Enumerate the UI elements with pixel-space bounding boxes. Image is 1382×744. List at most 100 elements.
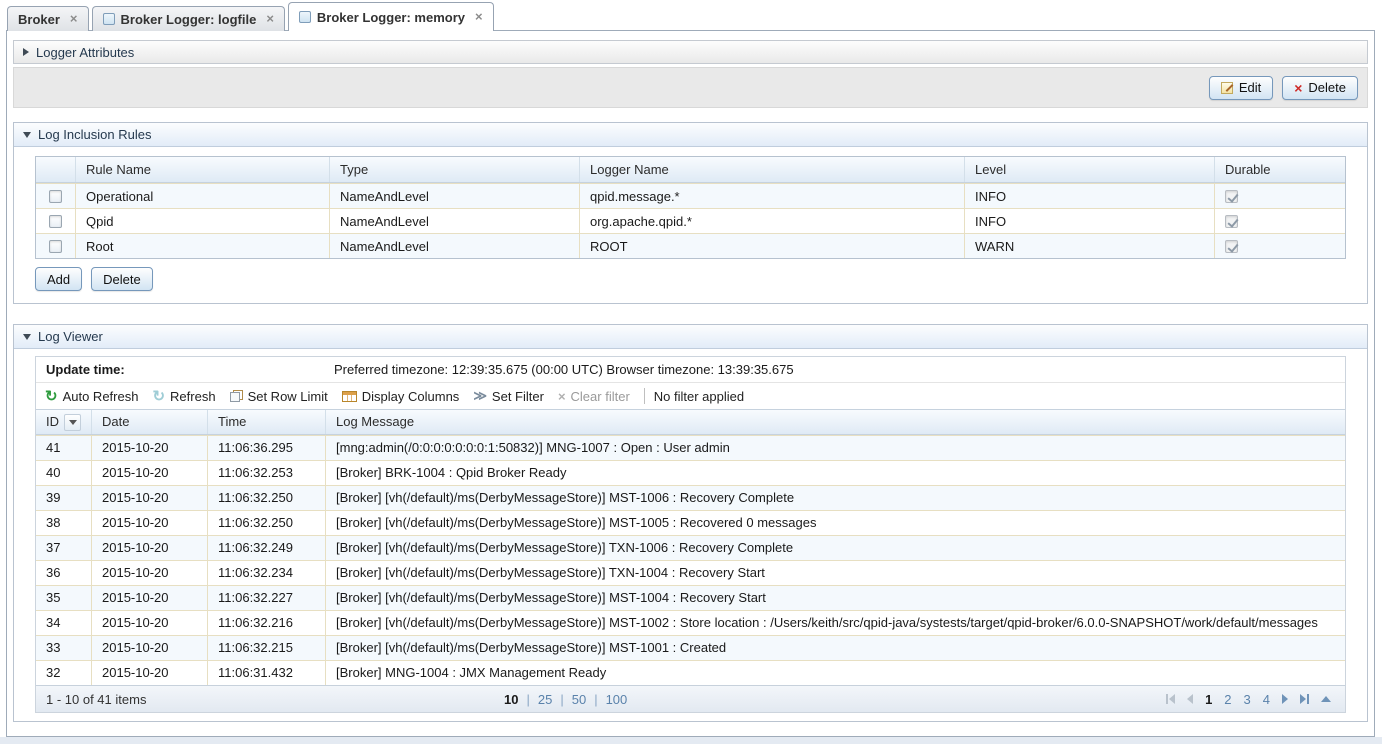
log-date: 2015-10-20 (92, 536, 208, 560)
display-columns-button[interactable]: Display Columns (342, 389, 460, 404)
log-time: 11:06:32.234 (208, 561, 326, 585)
refresh-button[interactable]: ↻ Refresh (152, 389, 215, 404)
auto-refresh-label: Auto Refresh (63, 389, 139, 404)
rule-row-qpid[interactable]: Qpid NameAndLevel org.apache.qpid.* INFO (36, 208, 1345, 233)
last-page-button[interactable] (1300, 694, 1309, 704)
header-rule-name[interactable]: Rule Name (76, 157, 330, 182)
page-size-25[interactable]: 25 (538, 692, 552, 707)
header-time[interactable]: Time (208, 410, 326, 434)
page-4[interactable]: 4 (1263, 692, 1270, 707)
log-id: 35 (36, 586, 92, 610)
log-row[interactable]: 33 2015-10-20 11:06:32.215 [Broker] [vh(… (36, 635, 1345, 660)
log-viewer-toolbar: ↻ Auto Refresh ↻ Refresh Set Row Limit D… (36, 383, 1345, 409)
log-row[interactable]: 32 2015-10-20 11:06:31.432 [Broker] MNG-… (36, 660, 1345, 685)
header-id-label: ID (46, 414, 59, 430)
previous-page-button[interactable] (1187, 694, 1193, 704)
log-grid: ID Date Time Log Message 41 2015-10-20 1… (36, 409, 1345, 685)
log-time: 11:06:32.250 (208, 511, 326, 535)
header-level[interactable]: Level (965, 157, 1215, 182)
delete-icon: × (1294, 82, 1302, 94)
log-id: 34 (36, 611, 92, 635)
log-viewer-titlebar[interactable]: Log Viewer (14, 325, 1367, 349)
log-grid-header: ID Date Time Log Message (36, 409, 1345, 435)
header-type[interactable]: Type (330, 157, 580, 182)
page-size-10[interactable]: 10 (504, 692, 518, 707)
set-filter-button[interactable]: ≫ Set Filter (473, 388, 544, 404)
row-checkbox[interactable] (49, 240, 62, 253)
close-icon[interactable]: × (266, 14, 274, 24)
page-1[interactable]: 1 (1205, 692, 1212, 707)
durable-checkbox[interactable] (1225, 190, 1238, 203)
rule-row-root[interactable]: Root NameAndLevel ROOT WARN (36, 233, 1345, 258)
page-3[interactable]: 3 (1244, 692, 1251, 707)
log-id: 36 (36, 561, 92, 585)
log-row[interactable]: 41 2015-10-20 11:06:36.295 [mng:admin(/0… (36, 435, 1345, 460)
delete-button-label: Delete (1308, 80, 1346, 95)
tab-broker-logger-memory[interactable]: Broker Logger: memory × (288, 2, 494, 31)
set-row-limit-label: Set Row Limit (248, 389, 328, 404)
close-icon[interactable]: × (475, 12, 483, 22)
log-id: 40 (36, 461, 92, 485)
log-row[interactable]: 34 2015-10-20 11:06:32.216 [Broker] [vh(… (36, 610, 1345, 635)
expanded-arrow-icon (23, 132, 31, 138)
status-bar: 1 - 10 of 41 items 10 25 50 100 1 (36, 685, 1345, 712)
log-message: [Broker] [vh(/default)/ms(DerbyMessageSt… (326, 636, 1345, 660)
toolbar-separator (644, 388, 645, 404)
delete-button-label: Delete (103, 272, 141, 287)
log-row[interactable]: 37 2015-10-20 11:06:32.249 [Broker] [vh(… (36, 535, 1345, 560)
header-durable[interactable]: Durable (1215, 157, 1345, 182)
header-logger-name[interactable]: Logger Name (580, 157, 965, 182)
add-button-label: Add (47, 272, 70, 287)
log-date: 2015-10-20 (92, 661, 208, 685)
delete-rule-button[interactable]: Delete (91, 267, 153, 291)
log-time: 11:06:32.250 (208, 486, 326, 510)
log-row[interactable]: 40 2015-10-20 11:06:32.253 [Broker] BRK-… (36, 460, 1345, 485)
add-rule-button[interactable]: Add (35, 267, 82, 291)
log-row[interactable]: 39 2015-10-20 11:06:32.250 [Broker] [vh(… (36, 485, 1345, 510)
clear-filter-icon: × (558, 389, 566, 404)
log-date: 2015-10-20 (92, 611, 208, 635)
size-separator (552, 692, 571, 707)
log-viewer-section: Log Viewer Update time: Preferred timezo… (13, 324, 1368, 722)
tab-broker[interactable]: Broker × (7, 6, 89, 31)
logger-attributes-titlebar[interactable]: Logger Attributes (13, 40, 1368, 64)
log-row[interactable]: 38 2015-10-20 11:06:32.250 [Broker] [vh(… (36, 510, 1345, 535)
row-checkbox[interactable] (49, 215, 62, 228)
log-date: 2015-10-20 (92, 561, 208, 585)
set-row-limit-button[interactable]: Set Row Limit (230, 389, 328, 404)
page-2[interactable]: 2 (1224, 692, 1231, 707)
log-message: [Broker] [vh(/default)/ms(DerbyMessageSt… (326, 586, 1345, 610)
log-row[interactable]: 36 2015-10-20 11:06:32.234 [Broker] [vh(… (36, 560, 1345, 585)
log-id: 32 (36, 661, 92, 685)
tab-label: Broker Logger: logfile (121, 12, 257, 27)
next-page-button[interactable] (1282, 694, 1288, 704)
header-date[interactable]: Date (92, 410, 208, 434)
auto-refresh-button[interactable]: ↻ Auto Refresh (45, 389, 138, 404)
go-to-top-button[interactable] (1321, 696, 1331, 702)
header-log-message[interactable]: Log Message (326, 410, 1345, 434)
rule-type: NameAndLevel (330, 234, 580, 258)
clear-filter-button[interactable]: × Clear filter (558, 389, 630, 404)
rule-level: INFO (965, 184, 1215, 208)
rule-row-operational[interactable]: Operational NameAndLevel qpid.message.* … (36, 183, 1345, 208)
page-size-50[interactable]: 50 (572, 692, 586, 707)
edit-button-label: Edit (1239, 80, 1261, 95)
page-size-links: 10 25 50 100 (504, 692, 627, 707)
edit-button[interactable]: Edit (1209, 76, 1273, 100)
sort-dropdown-button[interactable] (64, 414, 81, 431)
log-inclusion-rules-titlebar[interactable]: Log Inclusion Rules (14, 123, 1367, 147)
next-page-icon (1282, 694, 1288, 704)
size-separator (518, 692, 537, 707)
durable-checkbox[interactable] (1225, 215, 1238, 228)
previous-page-icon (1187, 694, 1193, 704)
log-row[interactable]: 35 2015-10-20 11:06:32.227 [Broker] [vh(… (36, 585, 1345, 610)
delete-button[interactable]: × Delete (1282, 76, 1358, 100)
page-size-100[interactable]: 100 (606, 692, 628, 707)
close-icon[interactable]: × (70, 14, 78, 24)
row-checkbox[interactable] (49, 190, 62, 203)
header-id[interactable]: ID (36, 410, 92, 434)
first-page-button[interactable] (1166, 694, 1175, 704)
log-message: [Broker] BRK-1004 : Qpid Broker Ready (326, 461, 1345, 485)
durable-checkbox[interactable] (1225, 240, 1238, 253)
tab-broker-logger-logfile[interactable]: Broker Logger: logfile × (92, 6, 285, 31)
